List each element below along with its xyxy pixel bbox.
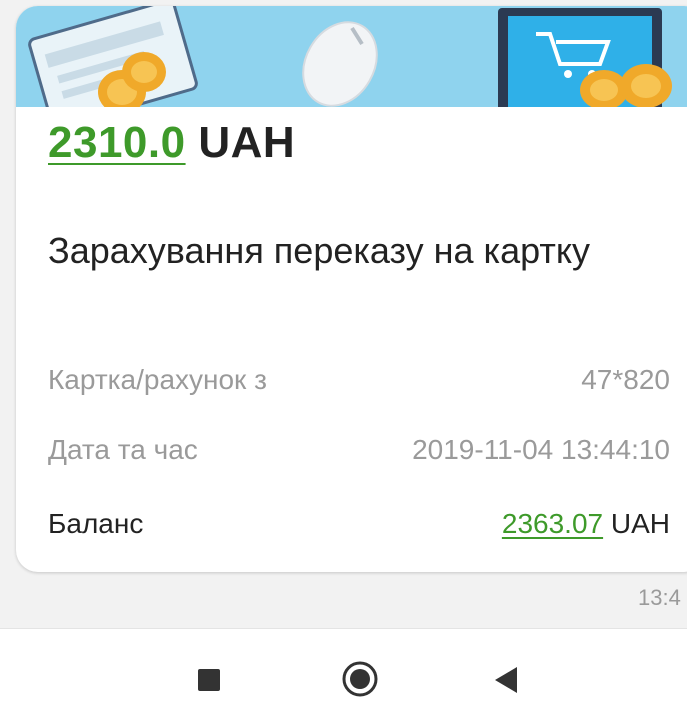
transaction-amount: 2310.0 UAH <box>48 118 295 168</box>
detail-label: Картка/рахунок з <box>48 364 267 395</box>
transaction-title: Зарахування переказу на картку <box>48 230 590 271</box>
banner-illustration <box>28 6 672 107</box>
home-circle-icon[interactable] <box>340 659 380 699</box>
detail-value: 47*820 <box>581 364 670 395</box>
android-navigation-bar <box>0 628 687 726</box>
message-timestamp: 13:4 <box>638 585 681 610</box>
balance-amount-link[interactable]: 2363.07 <box>502 508 603 539</box>
back-triangle-icon[interactable] <box>493 665 521 695</box>
balance-label: Баланс <box>48 508 144 539</box>
recents-square-icon[interactable] <box>196 667 222 693</box>
card-banner-illustration <box>16 6 687 107</box>
mouse-icon <box>302 21 378 107</box>
balance-currency: UAH <box>610 508 670 539</box>
transaction-card[interactable]: 2310.0 UAH Зарахування переказу на картк… <box>16 6 687 572</box>
detail-value: 2019-11-04 13:44:10 <box>412 434 670 465</box>
detail-label: Дата та час <box>48 434 198 465</box>
amount-value-link[interactable]: 2310.0 <box>48 118 186 167</box>
amount-currency: UAH <box>198 118 296 167</box>
balance-value: 2363.07 UAH <box>502 508 670 540</box>
